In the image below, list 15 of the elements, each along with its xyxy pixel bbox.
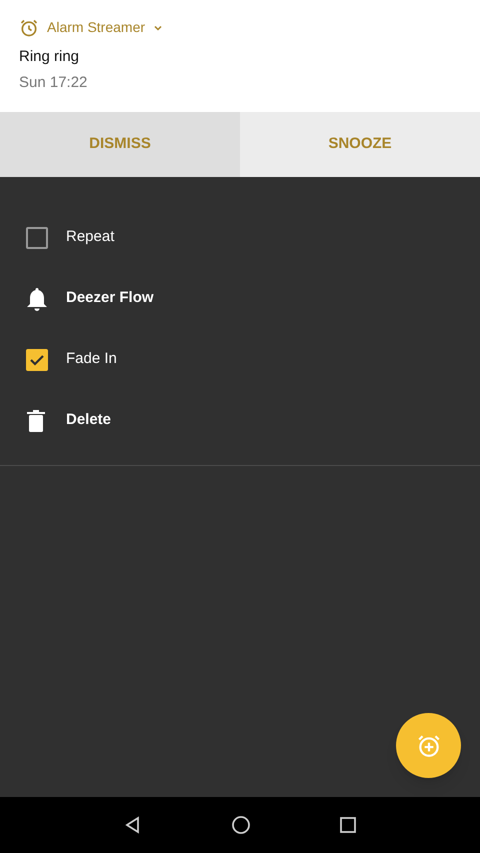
trash-icon[interactable] xyxy=(26,408,46,432)
recents-icon[interactable] xyxy=(340,817,356,833)
home-icon[interactable] xyxy=(230,815,251,835)
notification-title: Ring ring xyxy=(19,47,80,67)
option-label[interactable]: Fade In xyxy=(66,348,117,371)
checkbox[interactable] xyxy=(26,226,48,248)
app-name: Alarm Streamer xyxy=(47,18,146,37)
checkbox[interactable] xyxy=(26,348,48,370)
bell-icon xyxy=(26,286,48,310)
notification-time: Sun 17:22 xyxy=(19,72,88,92)
add-alarm-icon xyxy=(416,732,442,758)
option-label[interactable]: Deezer Flow xyxy=(66,287,154,310)
option-label[interactable]: Delete xyxy=(66,409,112,432)
option-label[interactable]: Repeat xyxy=(66,226,114,249)
alarm-clock-icon xyxy=(19,18,39,38)
